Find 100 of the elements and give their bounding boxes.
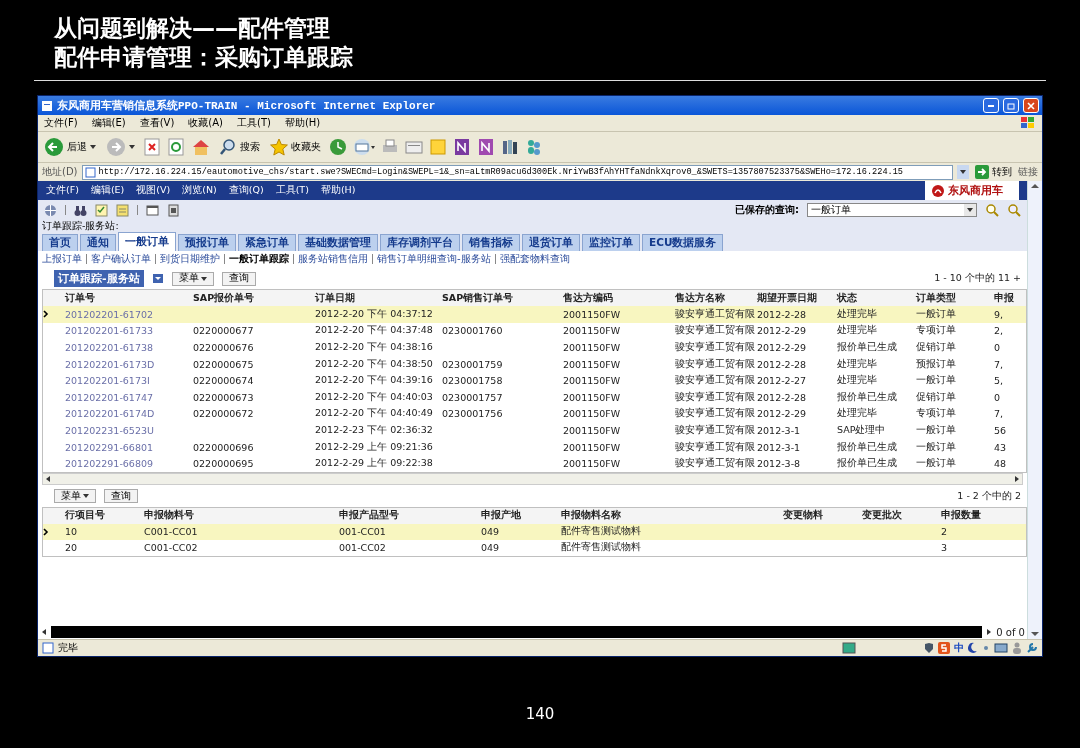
tab[interactable]: 销售指标 xyxy=(462,234,520,251)
tab[interactable]: 通知 xyxy=(80,234,116,251)
go-button[interactable]: 转到 xyxy=(973,165,1014,179)
menu-item[interactable]: 帮助(H) xyxy=(284,116,321,130)
column-header[interactable]: 申报产品型号 xyxy=(339,509,481,523)
menu-item[interactable]: 工具(T) xyxy=(275,184,309,197)
saved-query-select[interactable]: 一般订单 xyxy=(807,203,977,217)
order-link[interactable]: 201202201-6173I xyxy=(65,375,193,387)
column-header[interactable]: 申报产地 xyxy=(481,509,561,523)
order-link[interactable]: 201202201-6173D xyxy=(65,358,193,370)
menu-item[interactable]: 查询(Q) xyxy=(228,184,264,197)
books-icon[interactable] xyxy=(501,138,519,156)
query-button[interactable]: 查询 xyxy=(221,271,256,286)
order-link[interactable]: 201202201-61747 xyxy=(65,391,193,403)
menu-item[interactable]: 编辑(E) xyxy=(90,184,125,197)
search-button[interactable]: 搜索 xyxy=(217,138,262,156)
table-cell-text: 骏安亨通工贸有限 xyxy=(675,390,756,404)
checklist-icon[interactable] xyxy=(95,203,108,217)
scrollbar-track[interactable] xyxy=(51,626,983,638)
order-link[interactable]: 201202201-61702 xyxy=(65,308,193,320)
order-link[interactable]: 201202201-6174D xyxy=(65,408,193,420)
search-icon[interactable] xyxy=(985,203,999,217)
table-cell-text: 001-CC01 xyxy=(339,526,387,538)
menu-button[interactable]: 菜单 xyxy=(171,271,214,286)
close-button[interactable] xyxy=(1023,98,1039,113)
nav-link[interactable]: 强配套物料查询 xyxy=(499,252,570,266)
query-button[interactable]: 查询 xyxy=(104,489,138,504)
window-icon[interactable] xyxy=(146,203,159,217)
menu-item[interactable]: 查看(V) xyxy=(139,116,175,130)
order-link[interactable]: 201202291-66809 xyxy=(65,458,193,470)
vertical-scrollbar[interactable] xyxy=(1027,181,1042,639)
tab[interactable]: 基础数据管理 xyxy=(298,234,378,251)
nav-link[interactable]: 销售订单明细查询-服务站 xyxy=(377,252,491,266)
order-link[interactable]: 201202201-61738 xyxy=(65,342,193,353)
column-header[interactable]: SAP销售订单号 xyxy=(442,291,563,305)
column-header[interactable]: 售达方编码 xyxy=(563,291,675,305)
tab[interactable]: 紧急订单 xyxy=(238,234,296,251)
column-header[interactable]: 变更批次 xyxy=(862,509,941,523)
nav-link[interactable]: 服务站销售信用 xyxy=(298,252,368,266)
nav-link[interactable]: 一般订单跟踪 xyxy=(229,252,289,266)
column-header[interactable]: 申报 xyxy=(994,291,1024,305)
column-header[interactable]: 订单号 xyxy=(65,291,193,305)
column-header[interactable]: 状态 xyxy=(837,291,916,305)
tab[interactable]: 首页 xyxy=(42,234,78,251)
menu-item[interactable]: 文件(F) xyxy=(46,184,79,197)
notebook-icon[interactable] xyxy=(453,138,471,156)
menu-item[interactable]: 视图(V) xyxy=(136,184,171,197)
column-header[interactable]: 申报物料号 xyxy=(144,509,339,523)
forward-button[interactable] xyxy=(104,137,137,157)
menu-button[interactable]: 菜单 xyxy=(54,489,96,504)
ime-label[interactable]: 中 xyxy=(954,641,964,655)
refresh-icon[interactable] xyxy=(167,138,185,156)
favorites-button[interactable]: 收藏夹 xyxy=(268,138,323,156)
links-label[interactable]: 链接 xyxy=(1018,165,1038,179)
column-header[interactable]: 行项目号 xyxy=(65,509,144,523)
column-header[interactable]: 申报物料名称 xyxy=(561,509,783,523)
column-header[interactable]: 订单日期 xyxy=(315,291,442,305)
menu-item[interactable]: 文件(F) xyxy=(44,116,78,130)
order-link[interactable]: 201202201-61733 xyxy=(65,325,193,337)
edit-icon[interactable] xyxy=(405,138,423,156)
menu-item[interactable]: 编辑(E) xyxy=(91,116,126,130)
column-header[interactable]: 期望开票日期 xyxy=(757,291,837,305)
history-icon[interactable] xyxy=(329,138,347,156)
left-arrow-icon[interactable] xyxy=(40,627,48,637)
menu-item[interactable]: 收藏(A) xyxy=(188,116,223,130)
nav-link[interactable]: 客户确认订单 xyxy=(91,252,151,266)
document-icon[interactable] xyxy=(167,203,180,217)
notepad-icon[interactable] xyxy=(116,203,129,217)
binoculars-icon[interactable] xyxy=(74,203,87,217)
column-header[interactable]: 订单类型 xyxy=(916,291,994,305)
tab[interactable]: 预报订单 xyxy=(178,234,236,251)
column-header[interactable]: 变更物料 xyxy=(783,509,862,523)
order-link[interactable]: 201202231-6523U xyxy=(65,424,193,436)
table-row[interactable]: 201202201-61702 2012-2-20 下午 04:37:12 2001150FW 骏安亨通工贸有限 2012-2-28 处理完毕 一般订单 9, xyxy=(43,306,1026,323)
column-header[interactable]: 申报数量 xyxy=(941,509,1011,523)
minimize-button[interactable] xyxy=(983,98,999,113)
order-link[interactable]: 201202291-66801 xyxy=(65,441,193,453)
mail-icon[interactable] xyxy=(353,138,375,156)
tab[interactable]: 监控订单 xyxy=(582,234,640,251)
address-field[interactable]: http://172.16.224.15/eautomotive_chs/start.swe?SWECmd=Login&SWEPL=1&_sn=aLtmR09acu6d300Ek.NriYwB3fAhYHTfaNdnkXqrov0_&SWETS=1357807523375&SWEHo=172.16.224.15 xyxy=(81,164,953,180)
tab[interactable]: 退货订单 xyxy=(522,234,580,251)
tab[interactable]: ECU数据服务 xyxy=(642,234,724,251)
nav-link[interactable]: 到货日期维护 xyxy=(160,252,220,266)
back-button[interactable]: 后退 xyxy=(42,137,98,157)
nav-link[interactable]: 上报订单 xyxy=(42,252,82,266)
search-icon[interactable] xyxy=(1007,203,1021,217)
tab[interactable]: 库存调剂平台 xyxy=(380,234,460,251)
notebook-icon[interactable] xyxy=(477,138,495,156)
globe-icon[interactable] xyxy=(44,203,57,217)
column-header[interactable]: SAP报价单号 xyxy=(193,291,315,305)
stop-icon[interactable] xyxy=(143,138,161,156)
menu-item[interactable]: 浏览(N) xyxy=(182,184,217,197)
maximize-button[interactable] xyxy=(1003,98,1019,113)
menu-item[interactable]: 帮助(H) xyxy=(320,184,356,197)
home-icon[interactable] xyxy=(191,138,211,156)
tab[interactable]: 一般订单 xyxy=(118,232,176,251)
column-header[interactable]: 售达方名称 xyxy=(675,291,757,305)
page-icon xyxy=(41,99,53,112)
people-icon[interactable] xyxy=(525,138,543,156)
menu-item[interactable]: 工具(T) xyxy=(237,116,271,130)
